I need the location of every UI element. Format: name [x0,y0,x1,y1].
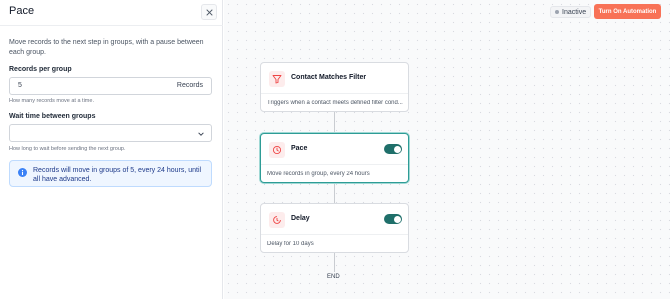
workflow-node-delay[interactable]: Delay Delay for 10 days [260,203,409,253]
status-badge: Inactive [550,6,592,18]
workflow-node-pace[interactable]: Pace Move records in group, every 24 hou… [260,133,409,183]
close-icon [205,8,213,16]
end-label: END [327,274,340,280]
panel-description: Move records to the next step in groups,… [9,39,204,56]
node-toggle[interactable] [384,214,402,224]
settings-panel: Pace Move records to the next step in gr… [0,0,223,299]
node-divider [261,93,408,94]
node-divider [261,234,408,235]
status-dot-icon [555,10,559,14]
node-divider [261,164,408,165]
node-title: Delay [291,215,310,222]
connector-line [334,253,335,272]
wait-time-label: Wait time between groups [9,113,96,120]
node-title: Pace [291,145,308,152]
records-per-group-label: Records per group [9,66,72,73]
records-help-text: How many records move at a time. [9,98,94,104]
panel-header: Pace [0,0,223,26]
workflow-node-filter[interactable]: Contact Matches Filter Triggers when a c… [260,62,409,112]
info-text: Records will move in groups of 5, every … [33,167,202,183]
node-toggle[interactable] [384,144,402,154]
node-title: Contact Matches Filter [291,74,367,81]
node-description: Triggers when a contact meets defined fi… [267,100,403,106]
status-text: Inactive [562,8,587,16]
info-icon [18,168,27,177]
toggle-knob [393,215,401,223]
connector-line [334,112,335,133]
records-per-group-input[interactable]: 5 Records [9,77,212,95]
records-suffix: Records [176,82,203,89]
close-button[interactable] [201,4,217,20]
node-description: Move records in group, every 24 hours [267,171,370,177]
node-description: Delay for 10 days [267,241,314,247]
turn-on-automation-button[interactable]: Turn On Automation [594,4,661,19]
records-value: 5 [18,82,22,89]
toggle-knob [393,145,401,153]
chevron-down-icon [198,132,204,136]
wait-time-select[interactable] [9,124,212,142]
info-callout: Records will move in groups of 5, every … [9,160,212,187]
pace-icon [269,142,285,158]
panel-title: Pace [9,5,35,17]
filter-icon [269,71,285,87]
wait-time-help-text: How long to wait before sending the next… [9,146,126,152]
connector-line [334,183,335,203]
delay-icon [269,212,285,228]
